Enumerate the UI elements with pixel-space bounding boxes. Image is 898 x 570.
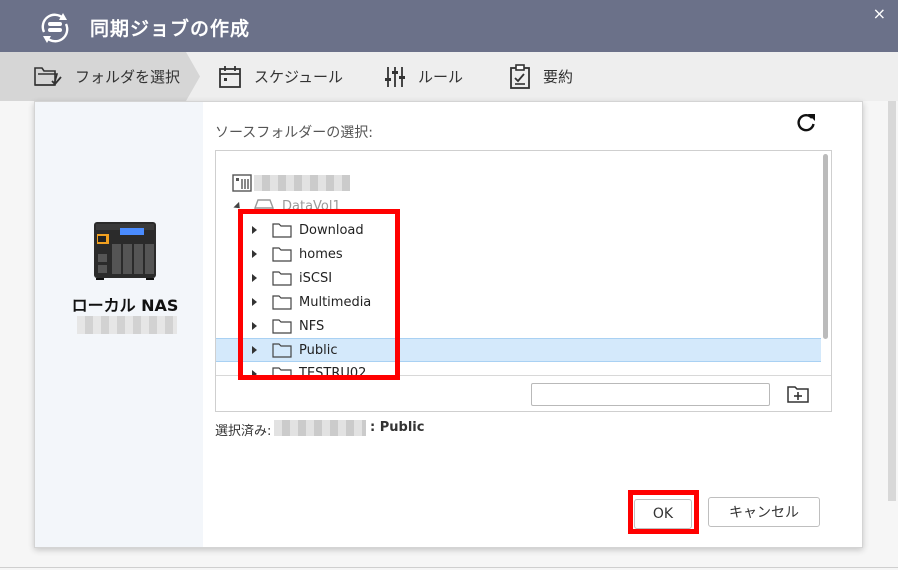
- step-label: ルール: [418, 68, 464, 86]
- device-name: ローカル NAS: [71, 296, 179, 315]
- step-summary[interactable]: 要約: [509, 52, 573, 101]
- sliders-icon: [385, 66, 405, 87]
- ok-button-highlight: [628, 490, 699, 534]
- title-bar: 同期ジョブの作成 ×: [0, 0, 898, 52]
- step-folder-select[interactable]: フォルダを選択: [33, 52, 180, 101]
- selected-path: : Public: [370, 420, 425, 435]
- wizard-steps: フォルダを選択 スケジュール ルール 要約: [0, 52, 898, 101]
- step-rules[interactable]: ルール: [384, 52, 463, 101]
- folder-check-icon: [34, 66, 62, 86]
- step-schedule[interactable]: スケジュール: [218, 52, 343, 101]
- new-folder-name-input[interactable]: [531, 383, 770, 406]
- calendar-icon: [219, 65, 241, 88]
- page-scrollbar[interactable]: [888, 101, 896, 501]
- new-folder-icon[interactable]: [784, 381, 812, 407]
- nas-device-icon: [94, 222, 156, 280]
- selected-prefix: 選択済み:: [215, 424, 272, 439]
- device-ip-redacted: [77, 316, 177, 334]
- tree-scrollbar-thumb[interactable]: [823, 154, 828, 339]
- clipboard-icon: [510, 63, 530, 89]
- close-icon[interactable]: ×: [873, 4, 886, 23]
- host-name-redacted: [254, 175, 350, 191]
- cancel-button[interactable]: キャンセル: [708, 497, 820, 527]
- folder-list-highlight: [238, 209, 400, 380]
- window-title: 同期ジョブの作成: [90, 18, 251, 40]
- sync-app-icon: [41, 13, 69, 43]
- folder-select-dialog: ローカル NAS ソースフォルダーの選択: DataVol1 Download …: [34, 101, 863, 548]
- step-label: スケジュール: [254, 68, 343, 86]
- step-label: 要約: [543, 68, 574, 86]
- tree-host-row: [216, 171, 821, 195]
- device-panel: ローカル NAS: [35, 102, 203, 547]
- refresh-icon[interactable]: [795, 112, 817, 134]
- page-divider: [0, 567, 898, 568]
- server-icon: [232, 174, 252, 192]
- new-folder-bar: [216, 375, 831, 411]
- selected-host-redacted: [274, 420, 366, 436]
- source-folder-label: ソースフォルダーの選択:: [215, 125, 374, 141]
- step-label: フォルダを選択: [75, 68, 181, 86]
